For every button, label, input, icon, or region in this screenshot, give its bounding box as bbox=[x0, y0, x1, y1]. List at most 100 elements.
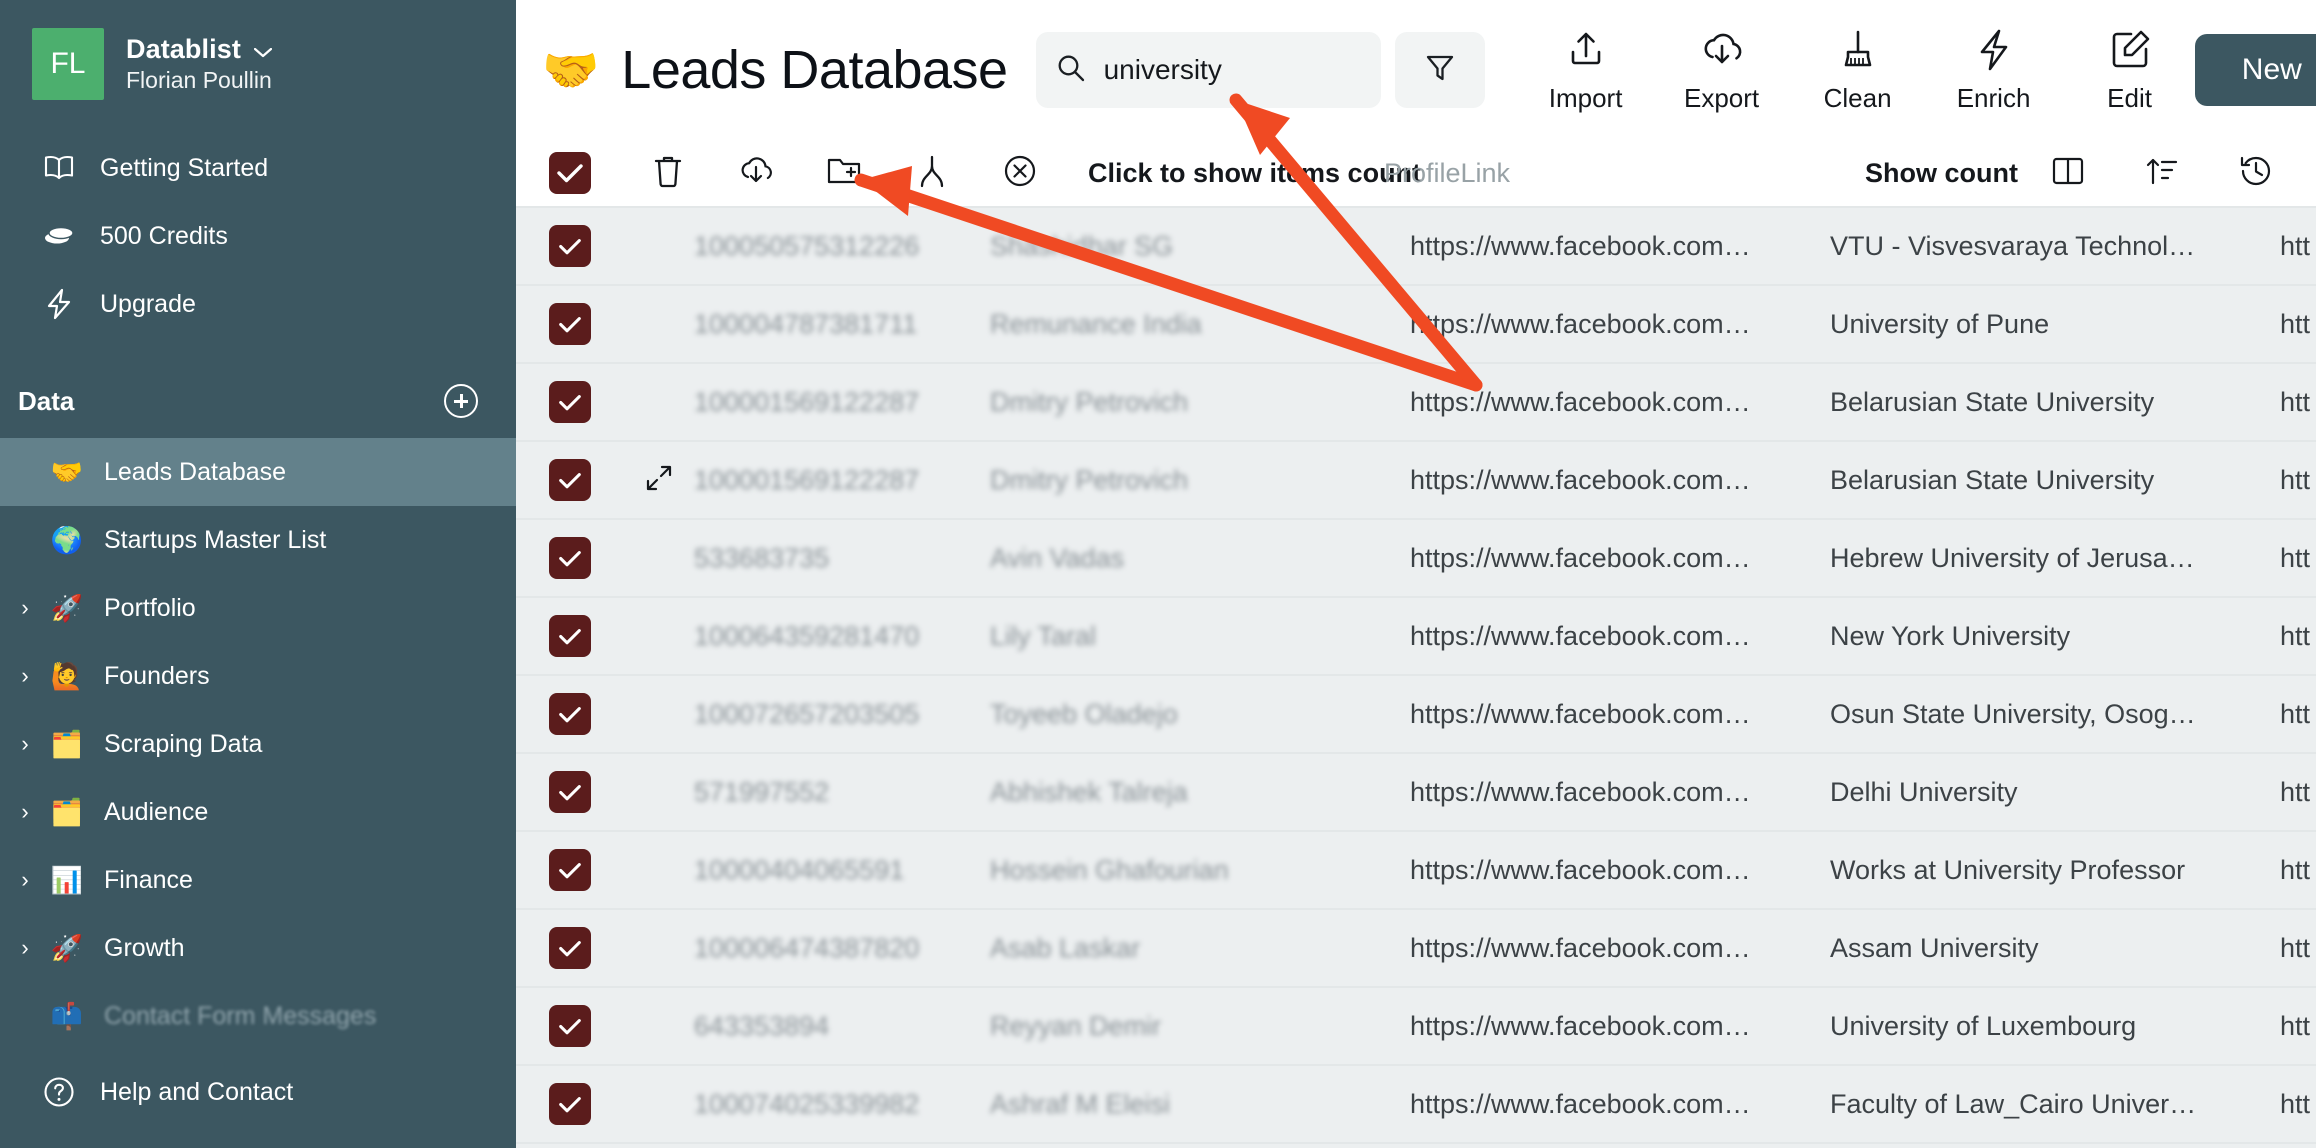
cell-extra: htt bbox=[2280, 699, 2316, 730]
sidebar-item-finance[interactable]: › 📊 Finance bbox=[0, 846, 516, 914]
chevron-right-icon[interactable]: › bbox=[0, 595, 44, 621]
cell-id: 100001569122287 bbox=[694, 387, 990, 418]
sidebar-item-audience[interactable]: › 🗂️ Audience bbox=[0, 778, 516, 846]
sidebar-item-label: Help and Contact bbox=[100, 1078, 293, 1107]
sidebar-item-getting-started[interactable]: Getting Started bbox=[0, 134, 516, 202]
cell-school: Faculty of Law_Cairo Univer… bbox=[1830, 1089, 2280, 1120]
add-to-collection-button[interactable] bbox=[800, 139, 888, 207]
import-button[interactable]: Import bbox=[1521, 16, 1651, 124]
filter-button[interactable] bbox=[1395, 32, 1485, 108]
row-expand-cell[interactable] bbox=[624, 463, 694, 498]
search-input[interactable] bbox=[1104, 54, 1361, 86]
data-section-header: Data bbox=[0, 364, 516, 438]
export-button[interactable]: Export bbox=[1657, 16, 1787, 124]
table-row[interactable]: 100001569122287Dmitry Petrovichhttps://w… bbox=[516, 442, 2316, 520]
table-row[interactable]: 100001569122287Dmitry Petrovichhttps://w… bbox=[516, 364, 2316, 442]
chevron-right-icon[interactable]: › bbox=[0, 731, 44, 757]
table-row[interactable]: 571997552Abhishek Talrejahttps://www.fac… bbox=[516, 754, 2316, 832]
row-checkbox[interactable] bbox=[549, 303, 591, 345]
sort-button[interactable] bbox=[2118, 139, 2206, 207]
sidebar-item-founders[interactable]: › 🙋 Founders bbox=[0, 642, 516, 710]
row-checkbox[interactable] bbox=[549, 459, 591, 501]
sidebar-item-label: Contact Form Messages bbox=[90, 1002, 376, 1031]
edit-square-icon bbox=[2109, 27, 2151, 73]
history-button[interactable] bbox=[2212, 139, 2300, 207]
enrich-button[interactable]: Enrich bbox=[1929, 16, 2059, 124]
row-checkbox[interactable] bbox=[549, 381, 591, 423]
cell-school: VTU - Visvesvaraya Technol… bbox=[1830, 231, 2280, 262]
row-checkbox[interactable] bbox=[549, 537, 591, 579]
sidebar-item-contact-form-messages[interactable]: › 📫 Contact Form Messages bbox=[0, 982, 516, 1050]
cell-extra: htt bbox=[2280, 543, 2316, 574]
chevron-right-icon[interactable]: › bbox=[0, 935, 44, 961]
sidebar-item-scraping-data[interactable]: › 🗂️ Scraping Data bbox=[0, 710, 516, 778]
import-label: Import bbox=[1549, 83, 1623, 114]
cell-id: 100064359281470 bbox=[694, 621, 990, 652]
cell-name: Toyeeb Oladejo bbox=[990, 699, 1410, 730]
table-row[interactable]: 643353894Reyyan Demirhttps://www.faceboo… bbox=[516, 988, 2316, 1066]
columns-icon bbox=[2051, 155, 2085, 192]
row-checkbox[interactable] bbox=[549, 927, 591, 969]
data-table: 100050575312226Shashidhar SGhttps://www.… bbox=[516, 208, 2316, 1148]
search-box[interactable] bbox=[1036, 32, 1381, 108]
table-row[interactable]: 100004787381711Remunance Indiahttps://ww… bbox=[516, 286, 2316, 364]
row-checkbox[interactable] bbox=[549, 615, 591, 657]
sidebar-item-leads-database[interactable]: › 🤝 Leads Database bbox=[0, 438, 516, 506]
search-icon bbox=[1056, 53, 1086, 88]
sidebar-item-credits[interactable]: 500 Credits bbox=[0, 202, 516, 270]
table-row[interactable]: 100074025339982Ashraf M Eleisihttps://ww… bbox=[516, 1066, 2316, 1144]
edit-button[interactable]: Edit bbox=[2065, 16, 2195, 124]
row-checkbox[interactable] bbox=[549, 225, 591, 267]
merge-button[interactable] bbox=[888, 139, 976, 207]
chevron-right-icon[interactable]: › bbox=[0, 799, 44, 825]
column-header-profilelink[interactable]: ProfileLink bbox=[1384, 158, 1510, 188]
selection-toolbar-right: Show count bbox=[1865, 139, 2316, 207]
card-index-dividers-icon: 🗂️ bbox=[44, 799, 90, 825]
deselect-button[interactable] bbox=[976, 139, 1064, 207]
cell-id: 100072657203505 bbox=[694, 699, 990, 730]
bolt-icon bbox=[42, 287, 76, 321]
new-button[interactable]: New + bbox=[2195, 34, 2316, 106]
chevron-right-icon[interactable]: › bbox=[0, 867, 44, 893]
columns-button[interactable] bbox=[2024, 139, 2112, 207]
cell-id: 643353894 bbox=[694, 1011, 990, 1042]
handshake-icon: 🤝 bbox=[542, 47, 599, 93]
cell-name: Remunance India bbox=[990, 309, 1410, 340]
add-collection-icon[interactable] bbox=[444, 384, 478, 418]
row-checkbox[interactable] bbox=[549, 1005, 591, 1047]
items-count-toggle[interactable]: Click to show items count bbox=[1088, 158, 1421, 188]
sidebar-item-upgrade[interactable]: Upgrade bbox=[0, 270, 516, 338]
cell-id: 100004040655​91 bbox=[694, 855, 990, 886]
sidebar-item-help-and-contact[interactable]: Help and Contact bbox=[0, 1058, 516, 1126]
cell-profilelink: https://www.facebook.com… bbox=[1410, 933, 1830, 964]
table-row[interactable]: 533683735Avin Vadashttps://www.facebook.… bbox=[516, 520, 2316, 598]
row-checkbox[interactable] bbox=[549, 1083, 591, 1125]
row-checkbox[interactable] bbox=[549, 771, 591, 813]
row-checkbox[interactable] bbox=[549, 849, 591, 891]
delete-button[interactable] bbox=[624, 139, 712, 207]
table-row[interactable]: 100004040655​91Hossein Ghafourianhttps:/… bbox=[516, 832, 2316, 910]
cell-school: Delhi University bbox=[1830, 777, 2280, 808]
table-row[interactable]: 100072657203505Toyeeb Oladejohttps://www… bbox=[516, 676, 2316, 754]
cell-school: New York University bbox=[1830, 621, 2280, 652]
select-all-checkbox[interactable] bbox=[549, 152, 591, 194]
show-count-button[interactable]: Show count bbox=[1865, 158, 2018, 189]
table-row[interactable]: 100050575312226Shashidhar SGhttps://www.… bbox=[516, 208, 2316, 286]
download-button[interactable] bbox=[712, 139, 800, 207]
expand-icon[interactable] bbox=[644, 463, 674, 498]
sidebar-item-portfolio[interactable]: › 🚀 Portfolio bbox=[0, 574, 516, 642]
chevron-down-icon[interactable] bbox=[254, 45, 272, 55]
cell-profilelink: https://www.facebook.com… bbox=[1410, 699, 1830, 730]
chevron-right-icon[interactable]: › bbox=[0, 663, 44, 689]
sidebar-item-label: Upgrade bbox=[100, 290, 196, 319]
clean-button[interactable]: Clean bbox=[1793, 16, 1923, 124]
sidebar-item-growth[interactable]: › 🚀 Growth bbox=[0, 914, 516, 982]
workspace-switcher[interactable]: FL Datablist Florian Poullin bbox=[0, 0, 516, 100]
row-checkbox[interactable] bbox=[549, 693, 591, 735]
cell-school: Belarusian State University bbox=[1830, 387, 2280, 418]
sidebar-item-label: Finance bbox=[90, 866, 193, 895]
sidebar-item-startups-master-list[interactable]: › 🌍 Startups Master List bbox=[0, 506, 516, 574]
table-row[interactable]: 100064359281470Lily Taralhttps://www.fac… bbox=[516, 598, 2316, 676]
sidebar-item-label: Startups Master List bbox=[90, 526, 326, 555]
table-row[interactable]: 100006474387820Asab Laskarhttps://www.fa… bbox=[516, 910, 2316, 988]
